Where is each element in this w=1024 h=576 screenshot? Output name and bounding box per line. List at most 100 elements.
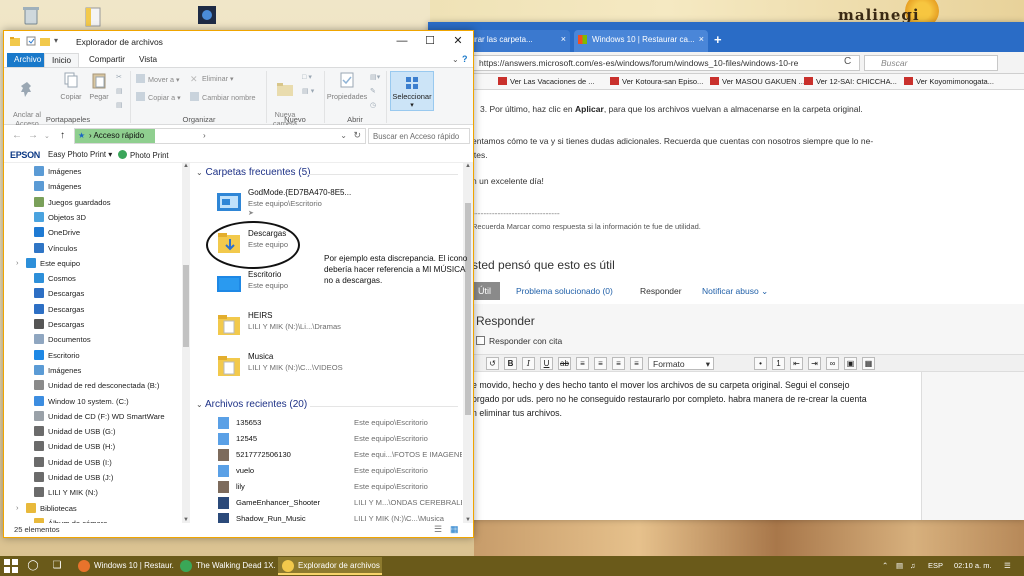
- image-icon[interactable]: ▣: [844, 357, 857, 370]
- align-right-icon[interactable]: ≡: [612, 357, 625, 370]
- reply-quote-option[interactable]: Responder con cita: [476, 336, 562, 346]
- content-scroll-thumb[interactable]: [465, 203, 471, 415]
- nav-item[interactable]: Documentos: [4, 332, 182, 347]
- address-box[interactable]: ★ › Acceso rápido › ⌄ ↻: [74, 128, 366, 144]
- url-field[interactable]: https://answers.microsoft.com/es-es/wind…: [472, 55, 860, 71]
- rename-button[interactable]: Cambiar nombre: [190, 92, 256, 102]
- close-tab-icon[interactable]: ×: [699, 34, 704, 44]
- recent-file-item[interactable]: lily Este equipo\Escritorio: [216, 479, 462, 495]
- desktop-file-icon[interactable]: [82, 6, 104, 28]
- copy-button[interactable]: Copiar: [58, 71, 84, 101]
- help-icon[interactable]: ?: [462, 54, 468, 64]
- language-indicator[interactable]: ESP: [928, 561, 943, 570]
- open-icon[interactable]: ▤▾: [370, 72, 380, 81]
- file-explorer-window[interactable]: ▾ Explorador de archivos — ☐ ✕ Archivo I…: [3, 30, 474, 538]
- paste-shortcut-icon[interactable]: ▤: [116, 100, 123, 109]
- expand-chevron-icon[interactable]: ›: [16, 258, 19, 267]
- bold-button[interactable]: B: [504, 357, 517, 370]
- bookmark-item[interactable]: Ver Koyomimonogata...: [904, 77, 994, 86]
- paste-button[interactable]: Pegar: [86, 71, 112, 101]
- nav-item[interactable]: Objetos 3D: [4, 210, 182, 225]
- easy-access-icon[interactable]: ▤ ▾: [302, 86, 314, 95]
- show-hidden-icons[interactable]: ⌃: [882, 561, 888, 570]
- frequent-folder-item[interactable]: GodMode.{ED7BA470-8E5... Este equipo\Escr…: [216, 185, 456, 221]
- quick-access-new-folder-icon[interactable]: [40, 36, 50, 46]
- recent-file-item[interactable]: Shadow_Run_Music LILI Y MIK (N:)\C...\Mus…: [216, 511, 462, 523]
- delete-button[interactable]: ✕ Eliminar ▾: [190, 74, 234, 84]
- nav-item[interactable]: LILI Y MIK (N:): [4, 485, 182, 500]
- recycle-bin-icon[interactable]: [20, 4, 42, 26]
- expand-chevron-icon[interactable]: ›: [16, 503, 19, 512]
- bullet-list-icon[interactable]: •: [754, 357, 767, 370]
- table-icon[interactable]: ▦: [862, 357, 875, 370]
- quick-access-properties-icon[interactable]: [26, 36, 36, 46]
- new-item-icon[interactable]: □ ▾: [302, 72, 312, 81]
- browser-search-field[interactable]: Buscar: [864, 55, 998, 71]
- align-left-icon[interactable]: ≡: [576, 357, 589, 370]
- frequent-folder-item[interactable]: HEIRS LILI Y MIK (N:)\Li...\Dramas: [216, 308, 456, 344]
- copy-to-button[interactable]: Copiar a ▾: [136, 92, 181, 102]
- history-icon[interactable]: ◷: [370, 100, 376, 109]
- up-arrow-icon[interactable]: ↑: [60, 130, 65, 141]
- recent-file-item[interactable]: 135653 Este equipo\Escritorio: [216, 415, 462, 431]
- tab-compartir[interactable]: Compartir: [82, 53, 132, 67]
- volume-icon[interactable]: ♫: [910, 561, 916, 570]
- taskbar-app-button[interactable]: Explorador de archivos: [278, 557, 382, 575]
- browser-window[interactable]: o restaurar las carpeta... × Windows 10 …: [428, 22, 1024, 520]
- numbered-list-icon[interactable]: 1: [772, 357, 785, 370]
- notifications-icon[interactable]: ☰: [1004, 561, 1011, 570]
- explorer-search-field[interactable]: Buscar en Acceso rápido: [368, 128, 470, 144]
- outdent-icon[interactable]: ⇤: [790, 357, 803, 370]
- italic-button[interactable]: I: [522, 357, 535, 370]
- report-abuse-link[interactable]: Notificar abuso ⌄: [702, 286, 768, 297]
- customize-toolbar-icon[interactable]: ▾: [54, 36, 64, 46]
- address-dropdown-icon[interactable]: ⌄: [340, 131, 347, 140]
- nav-item[interactable]: Unidad de USB (J:): [4, 470, 182, 485]
- tab-vista[interactable]: Vista: [132, 53, 164, 67]
- content-scrollbar[interactable]: ▲ ▼: [463, 163, 473, 523]
- expand-ribbon-icon[interactable]: ⌄: [452, 55, 459, 64]
- easy-photo-print-button[interactable]: Easy Photo Print ▾: [48, 150, 112, 159]
- close-tab-icon[interactable]: ×: [561, 34, 566, 44]
- recent-file-item[interactable]: vuelo Este equipo\Escritorio: [216, 463, 462, 479]
- clock[interactable]: 02:10 a. m.: [954, 561, 992, 570]
- scroll-up-icon[interactable]: ▲: [183, 163, 189, 169]
- useful-button[interactable]: Útil: [474, 282, 500, 300]
- link-icon[interactable]: ∞: [826, 357, 839, 370]
- align-center-icon[interactable]: ≡: [594, 357, 607, 370]
- nav-item[interactable]: Escritorio: [4, 348, 182, 363]
- checkbox-icon[interactable]: [476, 336, 485, 345]
- browser-tab[interactable]: Windows 10 | Restaurar ca... ×: [574, 30, 708, 52]
- nav-item[interactable]: Imágenes: [4, 179, 182, 194]
- nav-scrollbar[interactable]: ▲ ▼: [182, 163, 190, 523]
- back-arrow-icon[interactable]: ←: [12, 130, 22, 141]
- nav-item[interactable]: Cosmos: [4, 271, 182, 286]
- bookmark-item[interactable]: Ver Kotoura-san Episo...: [610, 77, 703, 86]
- frequent-folder-item[interactable]: Musica LILI Y MIK (N:)\C...\VIDEOS: [216, 349, 456, 385]
- cut-icon[interactable]: ✂: [116, 72, 122, 81]
- recent-locations-icon[interactable]: ⌄: [44, 132, 50, 140]
- task-view-icon[interactable]: ❏: [50, 559, 64, 573]
- justify-icon[interactable]: ≡: [630, 357, 643, 370]
- nav-item[interactable]: Unidad de USB (G:): [4, 424, 182, 439]
- close-button[interactable]: ✕: [446, 33, 470, 49]
- taskbar-app-button[interactable]: The Walking Dead 1X...: [176, 557, 276, 575]
- recent-file-item[interactable]: GameEnhancer_Shooter LILI Y M...\ONDAS CE…: [216, 495, 462, 511]
- nav-item[interactable]: Imágenes: [4, 164, 182, 179]
- nav-item[interactable]: Imágenes: [4, 363, 182, 378]
- nav-item[interactable]: Unidad de USB (H:): [4, 439, 182, 454]
- copy-path-icon[interactable]: ▤: [116, 86, 123, 95]
- bookmark-item[interactable]: Ver 12-SAI: CHICCHA...: [804, 77, 897, 86]
- move-to-button[interactable]: Mover a ▾: [136, 74, 180, 84]
- problem-solved-link[interactable]: Problema solucionado (0): [516, 286, 613, 296]
- nav-item[interactable]: Álbum de cámara: [4, 516, 182, 523]
- address-segment[interactable]: Acceso rápido: [93, 131, 144, 140]
- underline-button[interactable]: U: [540, 357, 553, 370]
- nav-item[interactable]: OneDrive: [4, 225, 182, 240]
- nav-item[interactable]: Descargas: [4, 317, 182, 332]
- nav-item[interactable]: › Este equipo: [4, 256, 182, 271]
- nav-scroll-thumb[interactable]: [183, 265, 189, 347]
- details-view-icon[interactable]: ☰: [434, 524, 442, 535]
- nav-item[interactable]: Unidad de CD (F:) WD SmartWare: [4, 409, 182, 424]
- recent-file-item[interactable]: 5217772506130 Este equi...\FOTOS E IMAGEN…: [216, 447, 462, 463]
